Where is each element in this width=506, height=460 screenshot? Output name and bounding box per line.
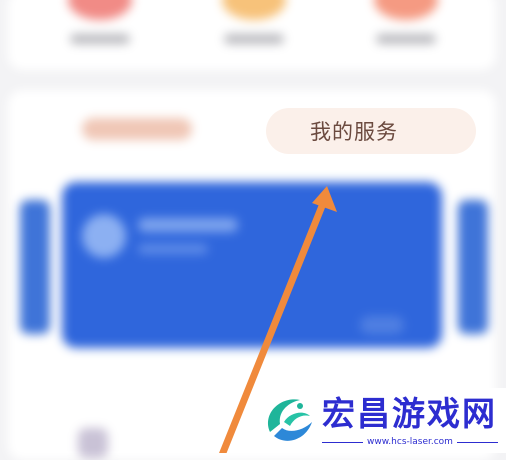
watermark-line-right <box>456 441 498 443</box>
watermark-url: www.hcs-laser.com <box>367 437 453 447</box>
watermark-title: 宏昌游戏网 <box>322 394 497 433</box>
watermark-line-left <box>322 441 364 443</box>
pointer-arrow-icon <box>219 186 337 453</box>
watermark-url-row: www.hcs-laser.com <box>322 436 498 448</box>
watermark-logo-icon <box>268 399 312 441</box>
